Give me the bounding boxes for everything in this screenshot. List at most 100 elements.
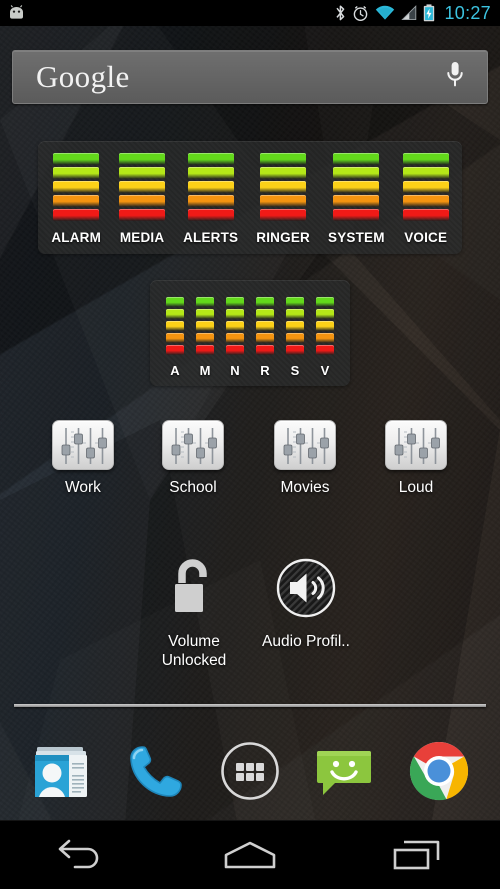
microphone-icon: [447, 61, 463, 86]
volume-segment: [119, 209, 166, 221]
volume-segment: [333, 195, 380, 207]
volume-segment: [196, 321, 214, 331]
volume-segment: [260, 181, 307, 193]
navigation-bar: [0, 820, 500, 889]
shortcut-loud[interactable]: Loud: [360, 420, 472, 497]
volume-channel[interactable]: S: [286, 297, 304, 378]
volume-segment: [402, 209, 449, 221]
volume-segment: [196, 309, 214, 319]
volume-segment: [187, 209, 234, 221]
volume-segment: [402, 181, 449, 193]
audio-mixer-sliders-icon: [274, 420, 336, 470]
dock-item-messaging[interactable]: [308, 735, 380, 807]
volume-meter[interactable]: [53, 153, 100, 223]
shortcut-label: Work: [65, 479, 101, 496]
volume-channel[interactable]: M: [196, 297, 214, 378]
cell-signal-icon: [401, 5, 417, 21]
volume-segment: [226, 321, 244, 331]
volume-segment: [226, 333, 244, 343]
volume-meter[interactable]: [286, 297, 304, 357]
volume-meter[interactable]: [166, 297, 184, 357]
volume-meter[interactable]: [256, 297, 274, 357]
status-bar[interactable]: 10:27: [0, 0, 500, 26]
back-arrow-icon: [59, 839, 99, 869]
nav-recents-button[interactable]: [357, 831, 477, 879]
volume-segment: [402, 195, 449, 207]
voice-search-button[interactable]: [445, 60, 465, 95]
volume-segment: [53, 209, 100, 221]
volume-meter[interactable]: [402, 153, 449, 223]
volume-segment: [53, 153, 100, 165]
shortcut-work[interactable]: Work: [27, 420, 139, 497]
volume-channel[interactable]: VOICE: [402, 153, 449, 245]
volume-segment: [316, 333, 334, 343]
shortcut-audio-profiles[interactable]: Audio Profil..: [250, 557, 362, 651]
volume-segment: [119, 167, 166, 179]
volume-segment: [196, 333, 214, 343]
volume-levels-widget[interactable]: ALARM MEDIA ALERTS RINGER SYSTEM VOICE: [38, 141, 462, 254]
android-robot-icon: [10, 5, 23, 19]
volume-segment: [260, 167, 307, 179]
bluetooth-icon: [336, 5, 345, 21]
audio-mixer-sliders-icon: [162, 420, 224, 470]
volume-segment: [166, 321, 184, 331]
volume-meter[interactable]: [333, 153, 380, 223]
volume-segment: [187, 195, 234, 207]
volume-segment: [226, 309, 244, 319]
volume-segment: [226, 345, 244, 355]
volume-segment: [187, 153, 234, 165]
shortcut-volume-lock[interactable]: Volume Unlocked: [138, 557, 250, 670]
volume-segment: [260, 209, 307, 221]
volume-channel-label: R: [260, 363, 270, 378]
dock-item-phone[interactable]: [120, 735, 192, 807]
volume-channel[interactable]: ALERTS: [183, 153, 238, 245]
volume-segment: [256, 333, 274, 343]
volume-channel[interactable]: R: [256, 297, 274, 378]
volume-levels-widget-compact[interactable]: AMN R S V: [150, 280, 350, 386]
volume-channel[interactable]: N: [226, 297, 244, 378]
nav-home-button[interactable]: [190, 831, 310, 879]
recent-apps-icon: [393, 840, 439, 870]
volume-meter[interactable]: [187, 153, 234, 223]
home-icon: [224, 841, 276, 869]
volume-channel-label: VOICE: [404, 230, 448, 245]
shortcut-movies[interactable]: Movies: [249, 420, 361, 497]
volume-segment: [286, 297, 304, 307]
unlocked-padlock-icon: [166, 557, 222, 624]
volume-segment: [53, 167, 100, 179]
dock-item-chrome[interactable]: [403, 735, 475, 807]
messaging-icon: [317, 751, 372, 795]
status-bar-system-icons[interactable]: 10:27: [335, 3, 500, 24]
shortcut-school[interactable]: School: [137, 420, 249, 497]
nav-back-button[interactable]: [23, 831, 143, 879]
volume-segment: [256, 297, 274, 307]
volume-segment: [119, 195, 166, 207]
volume-segment: [316, 309, 334, 319]
volume-meter[interactable]: [196, 297, 214, 357]
volume-segment: [260, 153, 307, 165]
volume-segment: [316, 297, 334, 307]
volume-segment: [196, 297, 214, 307]
volume-segment: [402, 153, 449, 165]
google-search-bar[interactable]: Google: [12, 50, 488, 104]
shortcut-label: Volume Unlocked: [161, 633, 227, 669]
volume-meter[interactable]: [226, 297, 244, 357]
volume-channel-label: ALARM: [51, 230, 102, 245]
dock: [0, 722, 500, 820]
dock-item-app-drawer[interactable]: [214, 735, 286, 807]
volume-meter[interactable]: [316, 297, 334, 357]
volume-channel-label: S: [290, 363, 300, 378]
volume-channel[interactable]: ALARM: [51, 153, 101, 245]
dock-item-people[interactable]: [25, 735, 97, 807]
status-bar-notifications[interactable]: [0, 5, 335, 21]
volume-channel[interactable]: RINGER: [256, 153, 310, 245]
volume-channel[interactable]: MEDIA: [119, 153, 166, 245]
volume-segment: [333, 209, 380, 221]
volume-channel[interactable]: V: [316, 297, 334, 378]
volume-meter[interactable]: [260, 153, 307, 223]
audio-mixer-sliders-icon: [52, 420, 114, 470]
shortcut-label: Loud: [398, 479, 434, 496]
volume-channel[interactable]: SYSTEM: [328, 153, 385, 245]
volume-channel[interactable]: A: [166, 297, 184, 378]
volume-meter[interactable]: [119, 153, 166, 223]
